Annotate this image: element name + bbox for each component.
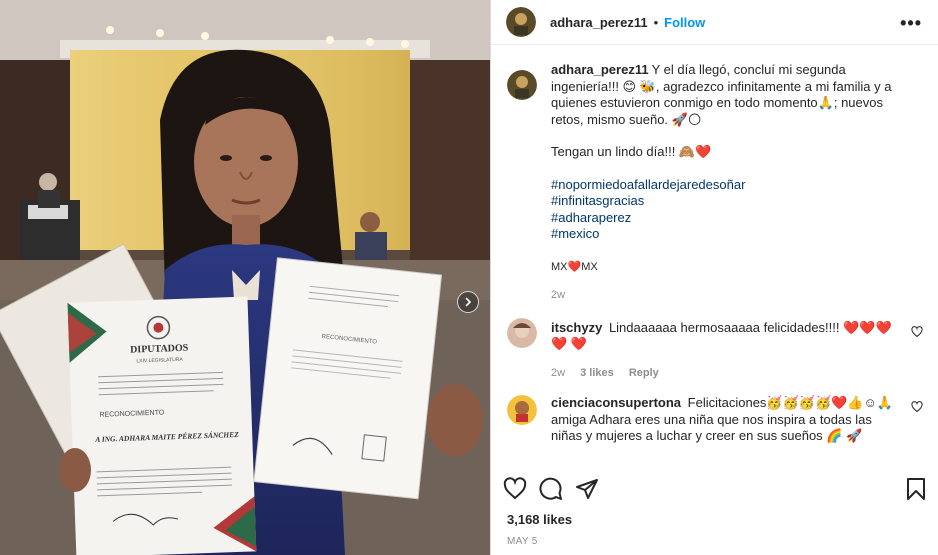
carousel-next-button[interactable] [457, 291, 479, 313]
caption-body: adhara_perez11 Y el día llegó, concluí mi… [551, 62, 923, 304]
comment-body: cienciaconsupertona Felicitaciones🥳🥳🥳🥳❤️… [551, 395, 923, 445]
comment-item: itschyzy Lindaaaaaa hermosaaaaa felicida… [507, 317, 923, 382]
comment-item: cienciaconsupertona Felicitaciones🥳🥳🥳🥳❤️… [507, 395, 923, 445]
post-date: MAY 5 [507, 536, 538, 547]
like-heart-icon[interactable] [503, 477, 527, 501]
commenter-avatar[interactable] [507, 395, 537, 425]
comment-username[interactable]: cienciaconsupertona [551, 395, 681, 410]
comment-likes[interactable]: 3 likes [580, 367, 614, 379]
hashtag-link[interactable]: #nopormiedoafallardejaredesoñar [551, 177, 905, 194]
comment-text: Lindaaaaaa hermosaaaaa felicidades!!!! ❤… [551, 319, 892, 352]
caption-time: 2w [551, 289, 566, 301]
separator-dot: • [653, 14, 659, 30]
post-photo[interactable]: DIPUTADOS LXIV LEGISLATURA RECONOCIMIENT… [0, 0, 490, 555]
hashtag-link[interactable]: #infinitasgracias [551, 193, 905, 210]
comment-body: itschyzy Lindaaaaaa hermosaaaaa felicida… [551, 320, 923, 382]
hashtag-list: #nopormiedoafallardejaredesoñar #infinit… [551, 177, 905, 243]
chevron-right-icon [465, 297, 472, 307]
comments-section[interactable]: adhara_perez11 Y el día llegó, concluí mi… [491, 62, 938, 462]
certificate-institution: DIPUTADOS [130, 343, 189, 356]
heart-icon[interactable] [911, 325, 923, 338]
caption-username[interactable]: adhara_perez11 [551, 62, 649, 77]
comment-username[interactable]: itschyzy [551, 320, 602, 335]
comment-icon[interactable] [539, 477, 563, 501]
caption-avatar[interactable] [507, 70, 537, 100]
post-sidebar: adhara_perez11 • Follow ••• adhara_perez… [490, 0, 938, 555]
more-options-icon[interactable]: ••• [900, 13, 922, 34]
caption-flags: MX❤️MX [551, 260, 598, 273]
heart-icon[interactable] [911, 401, 923, 413]
author-avatar[interactable] [506, 7, 536, 37]
photo-illustration: DIPUTADOS LXIV LEGISLATURA RECONOCIMIENT… [0, 0, 490, 555]
caption: adhara_perez11 Y el día llegó, concluí mi… [507, 62, 923, 304]
share-icon[interactable] [575, 477, 599, 501]
bookmark-icon[interactable] [905, 477, 927, 501]
hashtag-link[interactable]: #adharaperez [551, 210, 905, 227]
author-username[interactable]: adhara_perez11 [550, 15, 648, 30]
comment-reply-button[interactable]: Reply [629, 367, 659, 379]
commenter-avatar[interactable] [507, 317, 537, 348]
likes-count[interactable]: 3,168 likes [507, 512, 572, 527]
comment-time: 2w [551, 366, 566, 379]
hashtag-link[interactable]: #mexico [551, 226, 905, 243]
action-bar [491, 474, 938, 504]
follow-button[interactable]: Follow [664, 15, 705, 30]
caption-text-2: Tengan un lindo día!!! 🙈❤️ [551, 144, 712, 159]
post-header: adhara_perez11 • Follow ••• [491, 0, 938, 45]
